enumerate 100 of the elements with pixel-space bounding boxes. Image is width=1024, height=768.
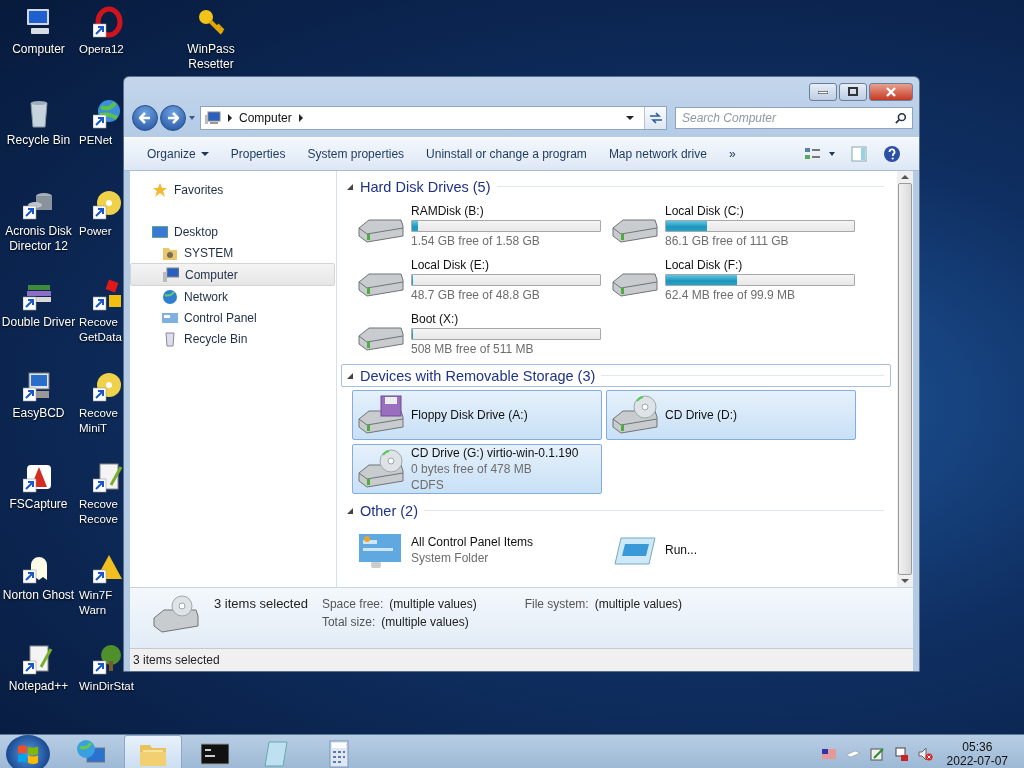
- nav-item[interactable]: Computer: [130, 263, 335, 286]
- desktop-icon-label[interactable]: Notepad++: [8, 679, 69, 694]
- group-header[interactable]: Hard Disk Drives (5): [341, 175, 891, 198]
- desktop-icon-label[interactable]: PENet: [79, 133, 113, 148]
- desktop-icon-label[interactable]: Opera12: [79, 42, 124, 57]
- scroll-thumb[interactable]: [898, 183, 912, 575]
- pen-icon[interactable]: [868, 746, 885, 762]
- nav-item[interactable]: Recycle Bin: [130, 328, 335, 349]
- scroll-down-icon[interactable]: [901, 579, 909, 583]
- app-icon[interactable]: [93, 461, 125, 493]
- network-icon[interactable]: [892, 746, 909, 762]
- drive-name: Floppy Disk Drive (A:): [411, 408, 529, 422]
- breadcrumb[interactable]: Computer: [239, 111, 292, 125]
- hard-drive-icon: [358, 219, 404, 243]
- desktop-icon-label[interactable]: WinDirStat: [79, 679, 134, 694]
- desktop-icon-label[interactable]: Recove GetData: [79, 315, 122, 345]
- refresh-button[interactable]: [644, 107, 666, 129]
- drive-tile[interactable]: Local Disk (C:) 86.1 GB free of 111 GB: [606, 201, 856, 251]
- property-value: (multiple values): [389, 597, 477, 613]
- scroll-up-icon[interactable]: [901, 175, 909, 179]
- property-value: (multiple values): [381, 615, 469, 631]
- desktop-icon-label[interactable]: Double Driver: [1, 315, 76, 330]
- back-button[interactable]: [132, 105, 158, 131]
- forward-button[interactable]: [160, 105, 186, 131]
- drive-name: CD Drive (G:) virtio-win-0.1.190: [411, 446, 580, 460]
- desktop-icon-label[interactable]: Recove MiniT: [79, 406, 118, 436]
- app-icon[interactable]: [22, 643, 55, 675]
- volume-muted-icon[interactable]: [916, 746, 933, 762]
- toolbar-button[interactable]: System properties: [296, 147, 416, 161]
- dropdown-icon[interactable]: [626, 115, 634, 121]
- clock-date: 2022-07-07: [946, 754, 1008, 768]
- forward-arrow-icon: [167, 112, 179, 124]
- minimize-button[interactable]: [809, 83, 837, 101]
- toolbar-button[interactable]: Uninstall or change a program: [415, 147, 598, 161]
- notepad-icon: [263, 740, 291, 768]
- maximize-icon: [847, 87, 859, 97]
- drive-tile[interactable]: Local Disk (E:) 48.7 GB free of 48.8 GB: [352, 255, 602, 305]
- nav-item[interactable]: SYSTEM: [130, 242, 335, 263]
- clock-time: 05:36: [962, 740, 993, 754]
- desktop-icon-label[interactable]: Recycle Bin: [6, 133, 71, 148]
- desktop-icon-label[interactable]: Power: [79, 224, 112, 239]
- desktop-icon-label[interactable]: Recove Recove: [79, 497, 118, 527]
- drive-name: Local Disk (C:): [665, 204, 745, 218]
- desktop-icon-label[interactable]: Norton Ghost: [2, 588, 75, 603]
- desktop-icon-label[interactable]: WinPass Resetter: [187, 42, 235, 72]
- drive-tile[interactable]: RAMDisk (B:) 1.54 GB free of 1.58 GB: [352, 201, 602, 251]
- flag-icon[interactable]: [820, 746, 837, 762]
- group-header[interactable]: Other (2): [341, 499, 891, 522]
- drive-tile[interactable]: Floppy Disk Drive (A:): [352, 390, 602, 440]
- drive-name: Run...: [665, 543, 698, 557]
- minimize-icon: [818, 90, 828, 94]
- collapse-icon[interactable]: [346, 182, 354, 191]
- desktop-icon-label[interactable]: Computer: [12, 42, 65, 57]
- free-space-text: 86.1 GB free of 111 GB: [665, 234, 790, 248]
- close-button[interactable]: [869, 83, 913, 101]
- monitor-icon: [152, 223, 168, 240]
- toolbar-button[interactable]: Map network drive: [597, 147, 718, 161]
- toolbar-button[interactable]: Organize: [136, 147, 220, 161]
- collapse-icon[interactable]: [346, 506, 354, 515]
- nav-item[interactable]: Desktop: [130, 221, 335, 242]
- desktop-icon-label[interactable]: FSCapture: [9, 497, 68, 512]
- drive-name: Local Disk (E:): [411, 258, 491, 272]
- hard-drive-icon: [358, 273, 404, 297]
- drive-tile[interactable]: CD Drive (D:): [606, 390, 856, 440]
- detail-text: 0 bytes free of 478 MB: [411, 462, 533, 476]
- collapse-icon[interactable]: [346, 371, 354, 380]
- desktop-icon-label[interactable]: EasyBCD: [12, 406, 65, 421]
- desktop-icon-label[interactable]: Acronis Disk Director 12: [5, 224, 72, 254]
- drive-tile[interactable]: CD Drive (G:) virtio-win-0.1.190 0 bytes free of 478 MB CDFS: [352, 444, 602, 494]
- chevron-icon[interactable]: [227, 114, 233, 122]
- search-field[interactable]: Search Computer: [675, 107, 913, 129]
- toolbar-button[interactable]: Properties: [219, 147, 297, 161]
- toolbar-button[interactable]: »: [717, 147, 747, 161]
- drive-tile[interactable]: Boot (X:) 508 MB free of 511 MB: [352, 309, 602, 359]
- drive-name: CD Drive (D:): [665, 408, 738, 422]
- desktop-icon-label[interactable]: Win7F Warn: [79, 588, 113, 618]
- back-arrow-icon: [139, 112, 151, 124]
- nav-item[interactable]: Control Panel: [130, 307, 335, 328]
- drive-name: Local Disk (F:): [665, 258, 744, 272]
- chevron-icon[interactable]: [297, 114, 304, 122]
- computer-icon: [205, 111, 221, 125]
- drive-name: Boot (X:): [411, 312, 460, 326]
- drive-tile[interactable]: Run...: [606, 525, 856, 575]
- nav-item[interactable]: Network: [130, 286, 335, 307]
- console-icon: [201, 740, 229, 768]
- ring-icon[interactable]: [93, 6, 125, 38]
- floppy-drive-icon: [357, 395, 405, 435]
- search-icon[interactable]: [895, 112, 907, 124]
- address-bar[interactable]: Computer: [200, 106, 667, 130]
- drive-tile[interactable]: All Control Panel Items System Folder: [352, 525, 602, 575]
- clock[interactable]: 05:36 2022-07-07: [946, 740, 1024, 768]
- group-header[interactable]: Devices with Removable Storage (3): [341, 364, 891, 387]
- drive-name: All Control Panel Items: [411, 535, 535, 549]
- nav-item[interactable]: Favorites: [130, 179, 335, 200]
- status-text: 3 items selected: [133, 653, 220, 667]
- start-button[interactable]: [6, 735, 50, 768]
- scrollbar[interactable]: [897, 171, 913, 587]
- drive-tile[interactable]: Local Disk (F:) 62.4 MB free of 99.9 MB: [606, 255, 856, 305]
- pane-icon: [851, 146, 867, 162]
- maximize-button[interactable]: [839, 83, 867, 101]
